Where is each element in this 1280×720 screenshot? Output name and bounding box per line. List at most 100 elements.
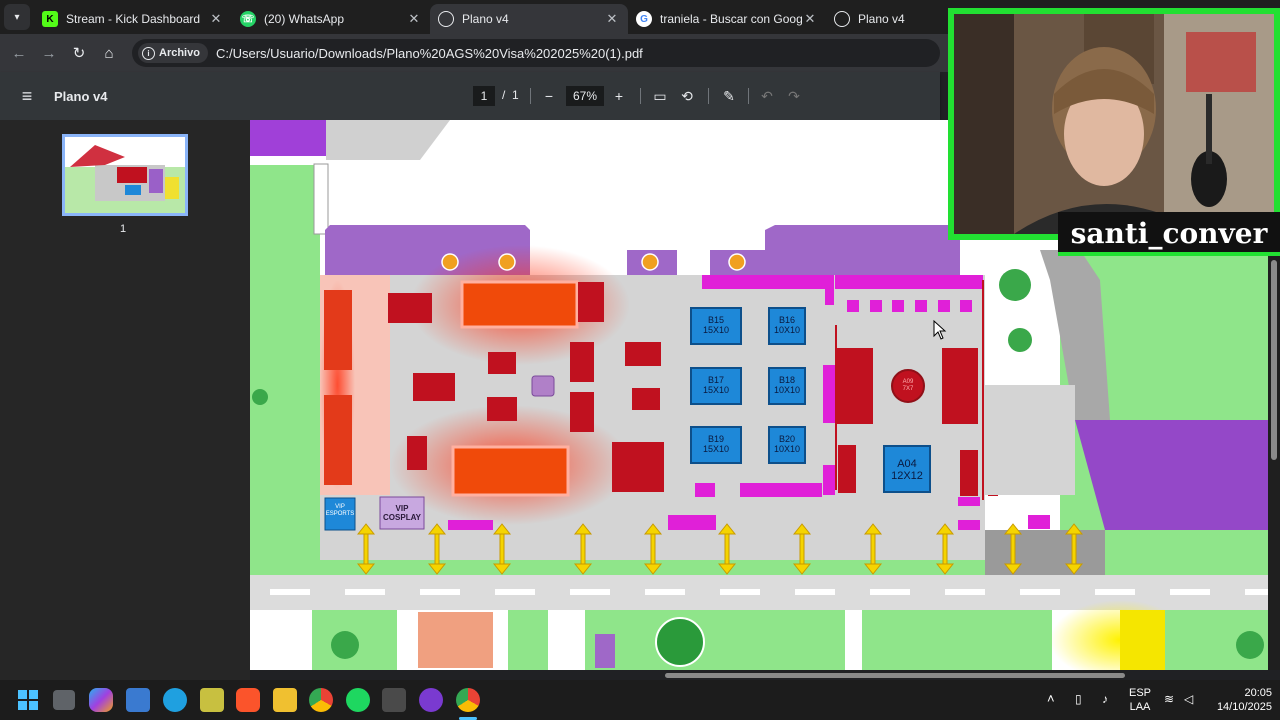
booth-b15[interactable]: B15 15X10 (691, 315, 741, 335)
booth-code: B19 (707, 434, 724, 444)
close-icon[interactable]: ✕ (406, 11, 422, 27)
chrome-active-icon[interactable] (456, 688, 480, 712)
usb-icon[interactable]: ▯ (1075, 692, 1082, 706)
scroll-thumb[interactable] (665, 673, 1125, 678)
back-arrow-icon[interactable]: ← (4, 38, 34, 68)
clock-date: 14/10/2025 (1216, 701, 1272, 713)
store-icon[interactable] (126, 688, 150, 712)
page-thumbnail[interactable] (62, 134, 188, 216)
annotate-icon[interactable]: ✎ (718, 85, 740, 107)
close-icon[interactable]: ✕ (208, 11, 224, 27)
obs-icon[interactable] (419, 688, 443, 712)
divider (708, 88, 709, 104)
tab-title: Plano v4 (462, 12, 509, 26)
booth-b18[interactable]: B18 10X10 (769, 375, 805, 395)
close-icon[interactable]: ✕ (604, 11, 620, 27)
tab-kick[interactable]: K Stream - Kick Dashboard ✕ (34, 4, 232, 34)
booth-size: 15X10 (702, 444, 730, 454)
menu-icon[interactable]: ≡ (12, 81, 42, 111)
tab-plano-active[interactable]: Plano v4 ✕ (430, 4, 628, 34)
booth-size: 15X10 (702, 325, 730, 335)
page-separator: / (502, 88, 506, 102)
booth-b17[interactable]: B17 15X10 (691, 375, 741, 395)
zoom-input[interactable]: 67% (566, 86, 604, 106)
spotify-icon[interactable] (346, 688, 370, 712)
taskbar: ˄ ▯ ♪ ESP LAA ≋ ◁ 20:05 14/10/2025 (0, 680, 1280, 720)
booth-size: 12X12 (891, 470, 923, 482)
keyboard-layout: LAA (1129, 701, 1151, 713)
close-icon[interactable]: ✕ (802, 11, 818, 27)
pdf-title: Plano v4 (54, 88, 108, 104)
app-icon[interactable] (200, 688, 224, 712)
address-bar[interactable]: i Archivo C:/Users/Usuario/Downloads/Plan… (132, 39, 940, 67)
globe-icon (438, 11, 454, 27)
volume-icon[interactable]: ◁ (1184, 692, 1193, 706)
google-icon: G (636, 11, 652, 27)
clock[interactable]: 20:05 14/10/2025 (1206, 686, 1272, 714)
wifi-icon[interactable]: ≋ (1164, 692, 1174, 706)
home-icon[interactable]: ⌂ (94, 38, 124, 68)
chip-label: Archivo (159, 47, 200, 59)
tab-title: Stream - Kick Dashboard (66, 12, 201, 26)
booth-size: 10X10 (773, 325, 801, 335)
booth-b16[interactable]: B16 10X10 (769, 315, 805, 335)
edge-icon[interactable] (163, 688, 187, 712)
clock-time: 20:05 (1244, 687, 1272, 699)
booth-b19[interactable]: B19 15X10 (691, 434, 741, 454)
booth-a09[interactable]: A09 7X7 (897, 379, 919, 393)
divider (640, 88, 641, 104)
copilot-icon[interactable] (89, 688, 113, 712)
vip-cosplay-line2: COSPLAY (383, 513, 421, 522)
booth-code: B17 (707, 375, 724, 385)
whatsapp-icon: ☏ (240, 11, 256, 27)
webcam-feed-image (954, 14, 1274, 234)
horizontal-scrollbar[interactable] (250, 670, 1280, 680)
thumbnail-page-number: 1 (120, 223, 127, 235)
vip-cosplay-line1: VIP (395, 504, 409, 513)
vertical-scrollbar[interactable] (1268, 240, 1280, 670)
fit-page-icon[interactable]: ▭ (649, 85, 671, 107)
thumbnail-sidebar: 1 (0, 120, 250, 680)
file-explorer-icon[interactable] (273, 688, 297, 712)
url-text: C:/Users/Usuario/Downloads/Plano%20AGS%2… (215, 45, 643, 61)
language-code: ESP (1128, 687, 1151, 699)
app-icon[interactable] (382, 688, 406, 712)
streamer-name-label: santi_conver (1058, 212, 1280, 256)
zoom-out-icon[interactable]: − (538, 85, 560, 107)
redo-icon[interactable]: ↷ (783, 85, 805, 107)
booth-size: 10X10 (773, 444, 801, 454)
divider (748, 88, 749, 104)
scroll-thumb[interactable] (1271, 260, 1277, 460)
pdf-toolbar: ≡ Plano v4 1 / 1 − 67% + ▭ ⟲ ✎ ↶ ↷ (0, 72, 940, 120)
booth-code: A04 (897, 458, 917, 470)
booth-size: 15X10 (702, 385, 730, 395)
brave-icon[interactable] (236, 688, 260, 712)
booth-b20[interactable]: B20 10X10 (769, 434, 805, 454)
task-view-icon[interactable] (53, 690, 75, 710)
divider (530, 88, 531, 104)
booth-code: B18 (778, 375, 795, 385)
page-count: 1 (512, 88, 519, 102)
site-info-chip[interactable]: i Archivo (138, 43, 208, 63)
windows-start-icon[interactable] (16, 688, 40, 712)
language-indicator[interactable]: ESP LAA (1124, 686, 1156, 714)
tab-search-button[interactable]: ▾ (4, 4, 30, 30)
page-number-input[interactable]: 1 (473, 86, 495, 106)
tab-google[interactable]: G traniela - Buscar con Google ✕ (628, 4, 826, 34)
info-icon: i (142, 46, 155, 60)
rotate-icon[interactable]: ⟲ (676, 85, 698, 107)
webcam-overlay (948, 8, 1280, 240)
vip-esports-label: VIP ESPORTS (325, 504, 355, 517)
tab-title: (20) WhatsApp (264, 12, 345, 26)
zoom-in-icon[interactable]: + (608, 85, 630, 107)
microphone-icon[interactable]: ♪ (1102, 692, 1108, 706)
chevron-down-icon: ▾ (14, 11, 20, 23)
booth-a04[interactable]: A04 12X12 (884, 458, 930, 482)
globe-icon (834, 11, 850, 27)
chrome-icon[interactable] (309, 688, 333, 712)
undo-icon[interactable]: ↶ (756, 85, 778, 107)
tab-whatsapp[interactable]: ☏ (20) WhatsApp ✕ (232, 4, 430, 34)
forward-arrow-icon[interactable]: → (34, 38, 64, 68)
chevron-up-icon[interactable]: ˄ (1047, 692, 1055, 706)
reload-icon[interactable]: ↻ (64, 38, 94, 68)
